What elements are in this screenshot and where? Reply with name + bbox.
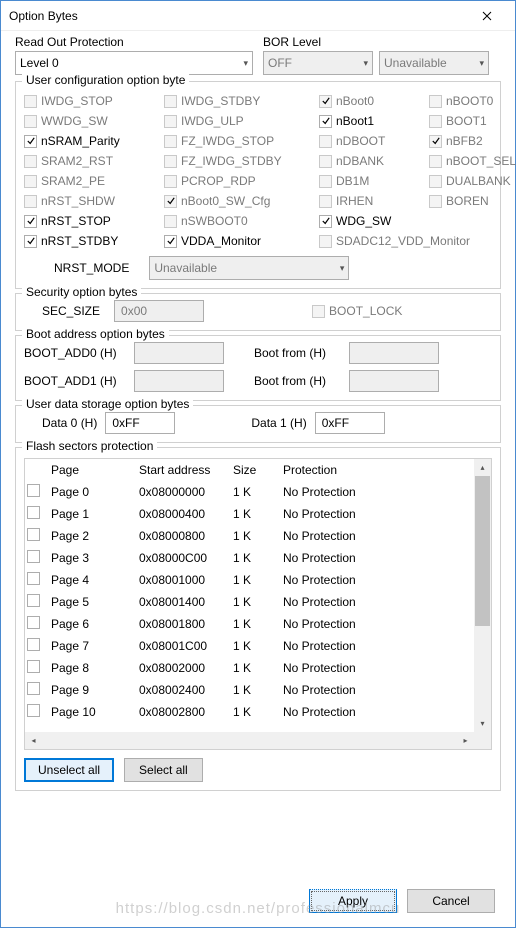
nrst-mode-label: NRST_MODE	[54, 261, 129, 275]
horizontal-scrollbar[interactable]: ◂▸	[25, 732, 491, 749]
bootfrom0-label: Boot from (H)	[254, 346, 349, 360]
data0-label: Data 0 (H)	[42, 416, 97, 430]
data1-input[interactable]	[315, 412, 385, 434]
data0-input[interactable]	[105, 412, 175, 434]
boot-add0-input	[134, 342, 224, 364]
data1-label: Data 1 (H)	[251, 416, 306, 430]
readout-label: Read Out Protection	[15, 35, 253, 49]
table-row[interactable]: Page 40x080010001 KNo Protection	[25, 569, 491, 591]
check-irhen: IRHEN	[319, 192, 429, 210]
check-nboot0_sw_cfg: nBoot0_SW_Cfg	[164, 192, 319, 210]
chevron-down-icon: ▾	[479, 58, 484, 69]
check-ndboot: nDBOOT	[319, 132, 429, 150]
bootfrom1-input	[349, 370, 439, 392]
boot-addr-group: Boot address option bytes BOOT_ADD0 (H) …	[15, 335, 501, 401]
check-iwdg_stdby: IWDG_STDBY	[164, 92, 319, 110]
table-row[interactable]: Page 20x080008001 KNo Protection	[25, 525, 491, 547]
table-row[interactable]: Page 00x080000001 KNo Protection	[25, 481, 491, 503]
check-sdadc12_vdd_monitor: SDADC12_VDD_Monitor	[319, 232, 516, 250]
security-group: Security option bytes SEC_SIZE BOOT_LOCK	[15, 293, 501, 331]
bor-label: BOR Level	[263, 35, 501, 49]
unselect-all-button[interactable]: Unselect all	[24, 758, 114, 782]
readout-select[interactable]: Level 0▾	[15, 51, 253, 75]
check-iwdg_ulp: IWDG_ULP	[164, 112, 319, 130]
vertical-scrollbar[interactable]: ▴▾	[474, 459, 491, 732]
table-row[interactable]: Page 60x080018001 KNo Protection	[25, 613, 491, 635]
nrst-mode-select: Unavailable▾	[149, 256, 349, 280]
flash-table: Page Start address Size Protection Page …	[24, 458, 492, 750]
table-row[interactable]: Page 100x080028001 KNo Protection	[25, 701, 491, 723]
flash-group: Flash sectors protection Page Start addr…	[15, 447, 501, 791]
check-sram2_pe: SRAM2_PE	[24, 172, 164, 190]
select-all-button[interactable]: Select all	[124, 758, 203, 782]
check-fz_iwdg_stdby: FZ_IWDG_STDBY	[164, 152, 319, 170]
check-wwdg_sw: WWDG_SW	[24, 112, 164, 130]
bootfrom1-label: Boot from (H)	[254, 374, 349, 388]
check-nboot0: nBoot0	[319, 92, 429, 110]
table-row[interactable]: Page 80x080020001 KNo Protection	[25, 657, 491, 679]
titlebar: Option Bytes	[1, 1, 515, 31]
apply-button[interactable]: Apply	[309, 889, 397, 913]
check-nswboot0: nSWBOOT0	[164, 212, 319, 230]
boot-add0-label: BOOT_ADD0 (H)	[24, 346, 134, 360]
sec-size-input	[114, 300, 204, 322]
check-nbfb2: nBFB2	[429, 132, 516, 150]
check-nboot1[interactable]: nBoot1	[319, 112, 429, 130]
check-boot1: BOOT1	[429, 112, 516, 130]
bor-extra-select: Unavailable▾	[379, 51, 489, 75]
user-data-group: User data storage option bytes Data 0 (H…	[15, 405, 501, 443]
chevron-down-icon: ▾	[363, 58, 368, 69]
close-button[interactable]	[467, 2, 507, 30]
check-dualbank: DUALBANK	[429, 172, 516, 190]
check-boren: BOREN	[429, 192, 516, 210]
check-nrst_stdby[interactable]: nRST_STDBY	[24, 232, 164, 250]
table-row[interactable]: Page 70x08001C001 KNo Protection	[25, 635, 491, 657]
sec-size-label: SEC_SIZE	[42, 304, 100, 318]
close-icon	[482, 11, 492, 21]
check-sram2_rst: SRAM2_RST	[24, 152, 164, 170]
table-row[interactable]: Page 10x080004001 KNo Protection	[25, 503, 491, 525]
boot-add1-label: BOOT_ADD1 (H)	[24, 374, 134, 388]
boot-lock-check: BOOT_LOCK	[312, 302, 402, 320]
cancel-button[interactable]: Cancel	[407, 889, 495, 913]
check-db1m: DB1M	[319, 172, 429, 190]
option-bytes-window: Option Bytes Read Out Protection Level 0…	[0, 0, 516, 928]
check-pcrop_rdp: PCROP_RDP	[164, 172, 319, 190]
check-nboot_sel: nBOOT_SEL	[429, 152, 516, 170]
table-row[interactable]: Page 90x080024001 KNo Protection	[25, 679, 491, 701]
check-nrst_shdw: nRST_SHDW	[24, 192, 164, 210]
bor-select[interactable]: OFF▾	[263, 51, 373, 75]
check-vdda_monitor[interactable]: VDDA_Monitor	[164, 232, 319, 250]
check-nrst_stop[interactable]: nRST_STOP	[24, 212, 164, 230]
check-fz_iwdg_stop: FZ_IWDG_STOP	[164, 132, 319, 150]
table-row[interactable]: Page 30x08000C001 KNo Protection	[25, 547, 491, 569]
check-nboot0: nBOOT0	[429, 92, 516, 110]
check-ndbank: nDBANK	[319, 152, 429, 170]
check-wdg_sw[interactable]: WDG_SW	[319, 212, 429, 230]
window-title: Option Bytes	[9, 9, 467, 23]
check-nsram_parity[interactable]: nSRAM_Parity	[24, 132, 164, 150]
table-row[interactable]: Page 50x080014001 KNo Protection	[25, 591, 491, 613]
boot-add1-input	[134, 370, 224, 392]
user-config-group: User configuration option byte IWDG_STOP…	[15, 81, 501, 289]
check-iwdg_stop: IWDG_STOP	[24, 92, 164, 110]
bootfrom0-input	[349, 342, 439, 364]
chevron-down-icon: ▾	[243, 58, 248, 69]
chevron-down-icon: ▾	[340, 263, 345, 274]
